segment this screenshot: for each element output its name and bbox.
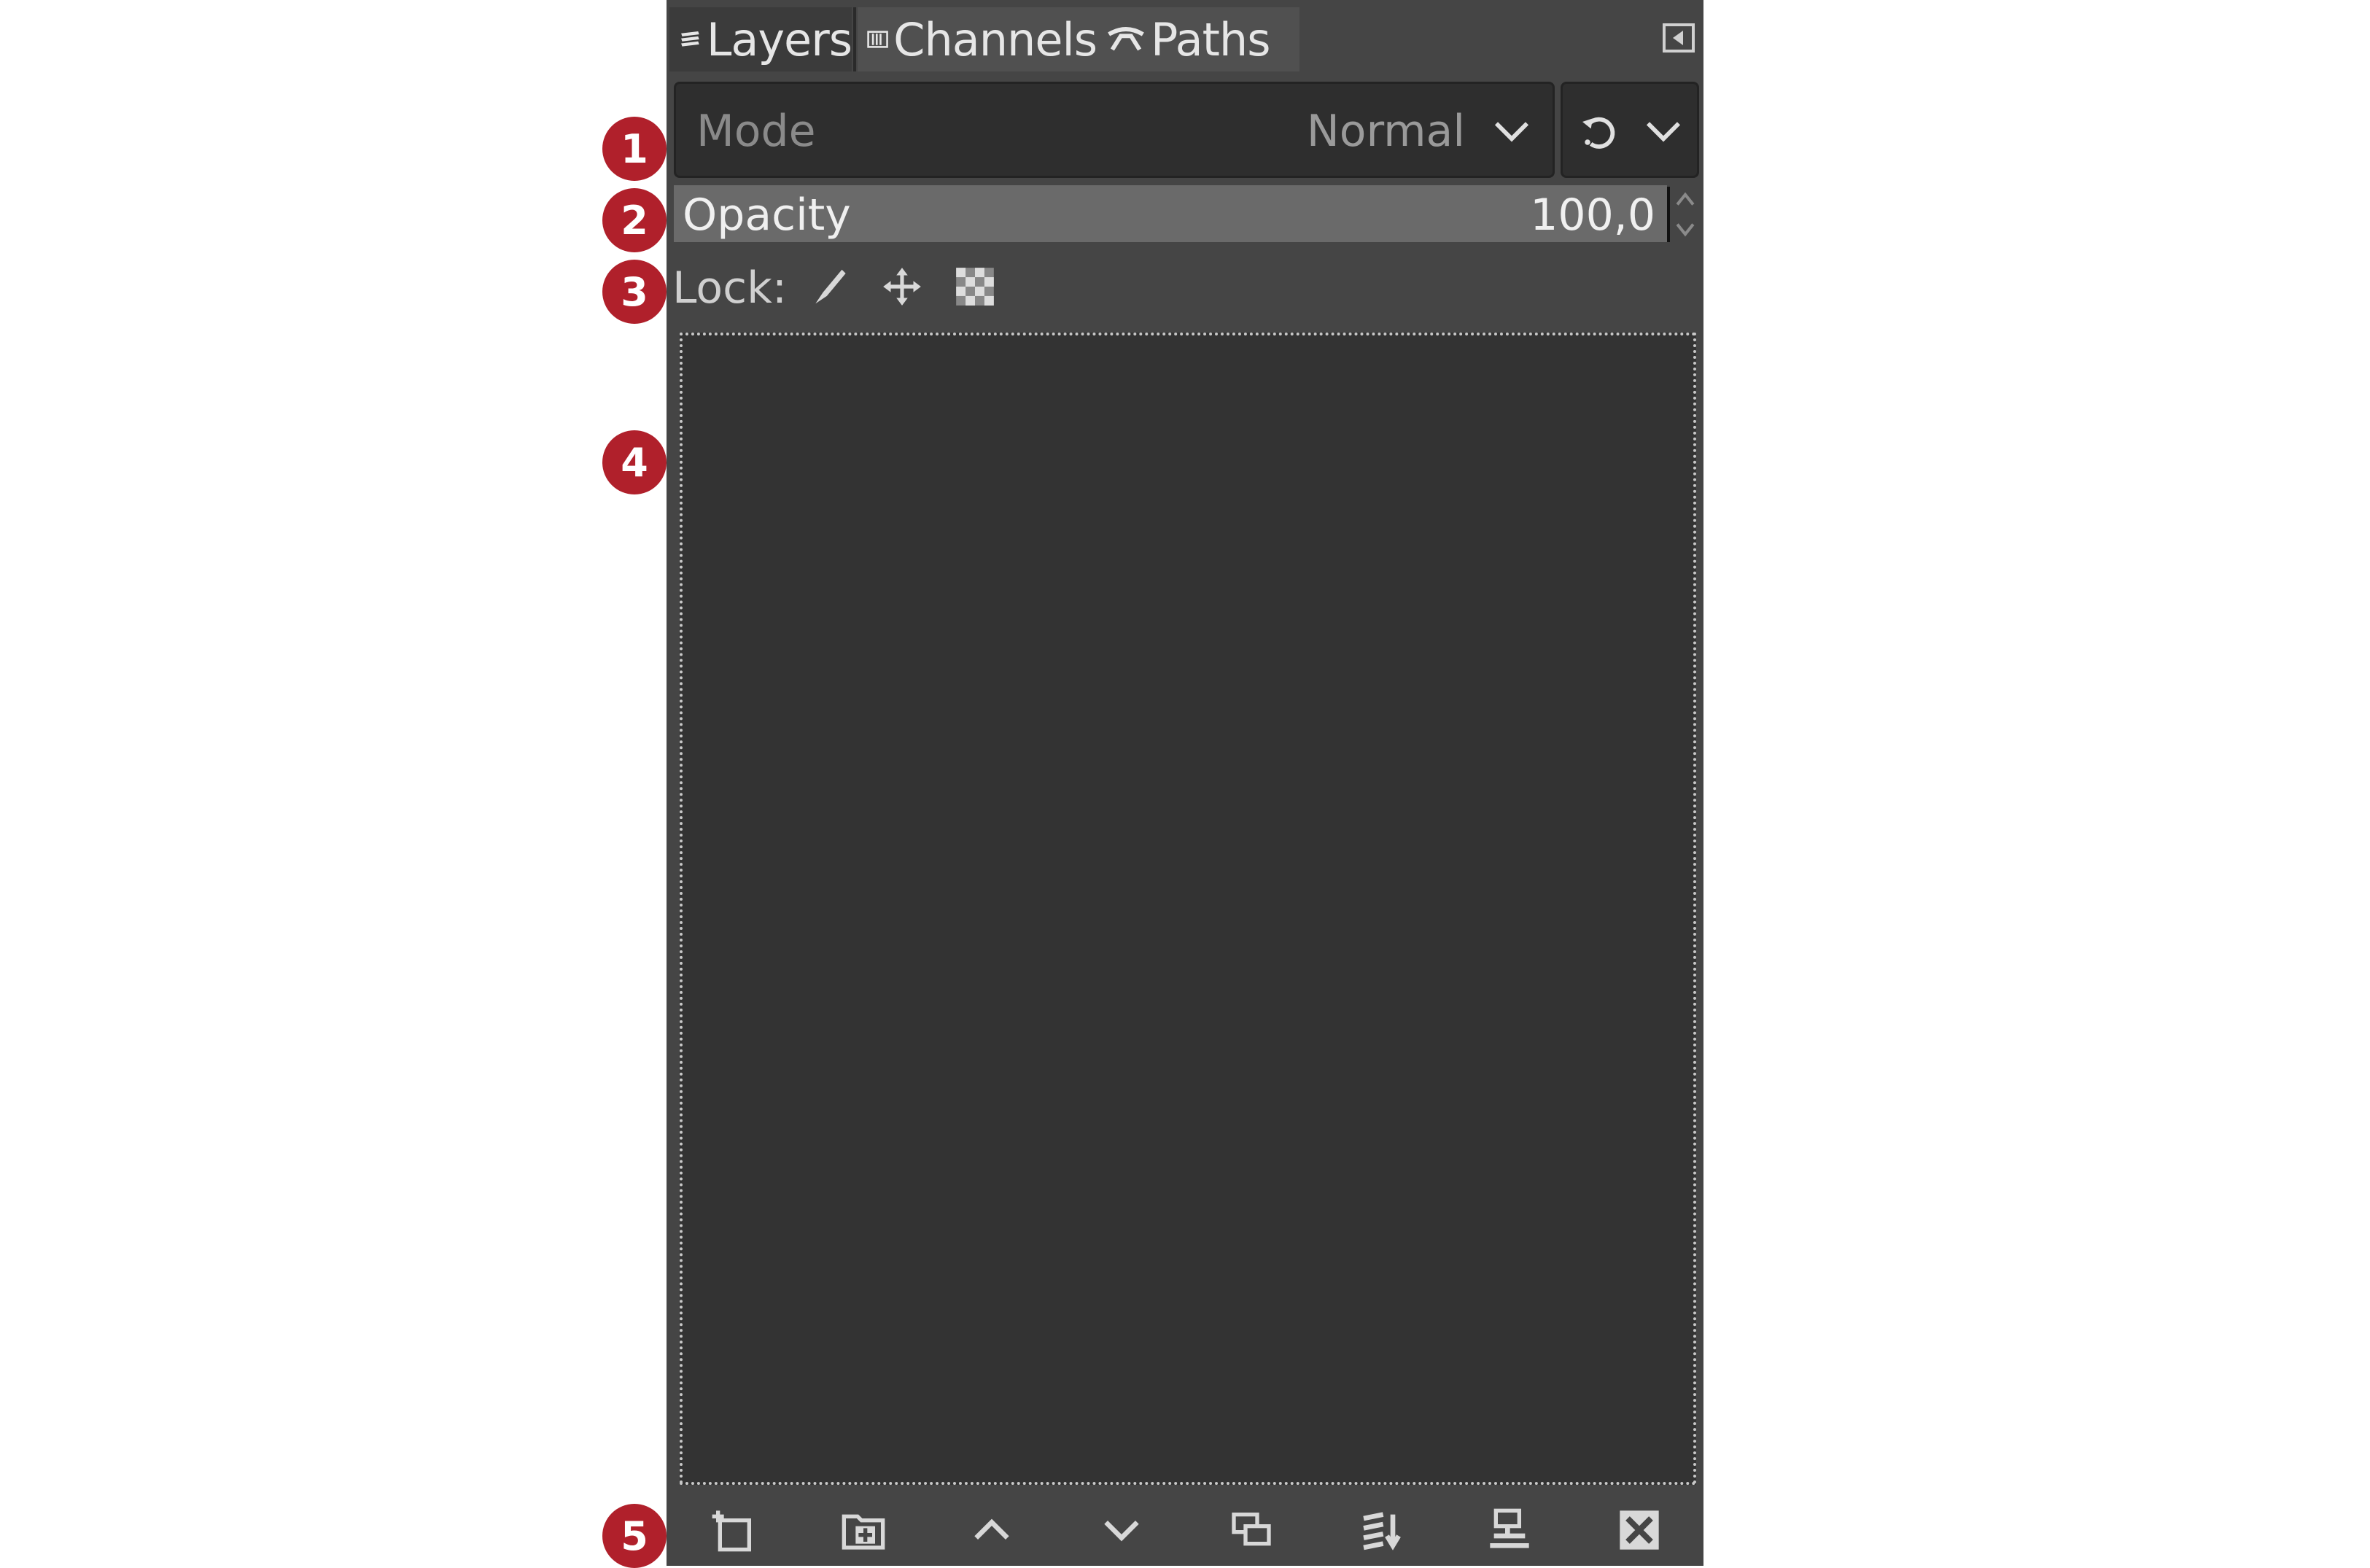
callout-marker-4: 4: [602, 430, 667, 494]
tab-layers-label: Layers: [706, 12, 852, 66]
duplicate-layer-icon[interactable]: [1228, 1507, 1275, 1553]
layers-icon: [681, 31, 699, 47]
tab-channels-label: Channels: [893, 12, 1097, 66]
mode-value: Normal: [1306, 106, 1465, 157]
new-layer-group-icon[interactable]: [840, 1507, 887, 1553]
lower-layer-icon[interactable]: [1098, 1507, 1145, 1553]
tab-channels[interactable]: Channels: [858, 7, 1097, 71]
delete-layer-icon[interactable]: [1616, 1507, 1663, 1553]
composite-reset-icon: [1582, 117, 1615, 149]
dock-tab-bar: Layers Channels Paths: [667, 0, 1703, 73]
opacity-slider[interactable]: Opacity 100,0: [674, 185, 1667, 242]
chevron-down-icon: [1646, 122, 1681, 142]
tab-layers[interactable]: Layers: [669, 7, 852, 71]
tab-paths-label: Paths: [1151, 12, 1271, 66]
lock-pixels-icon[interactable]: [808, 264, 853, 309]
layer-actions-bar: [667, 1492, 1703, 1566]
callout-marker-3: 3: [602, 260, 667, 324]
composite-mode-dropdown[interactable]: [1561, 82, 1699, 178]
callout-marker-1: 1: [602, 117, 667, 181]
merge-layer-icon[interactable]: [1358, 1507, 1404, 1553]
chevron-down-icon: [1494, 122, 1529, 142]
callout-marker-5: 5: [602, 1504, 667, 1568]
tab-paths[interactable]: Paths: [1097, 7, 1299, 71]
layers-list[interactable]: [680, 333, 1696, 1485]
opacity-label: Opacity: [683, 190, 851, 241]
mode-label: Mode: [696, 106, 816, 157]
spin-buttons-icon[interactable]: [1673, 187, 1698, 242]
raise-layer-icon[interactable]: [968, 1507, 1015, 1553]
dock-menu-icon[interactable]: [1661, 20, 1696, 55]
text-cursor: [1667, 187, 1670, 242]
channels-icon: [867, 31, 888, 48]
callout-marker-2: 2: [602, 188, 667, 252]
opacity-value: 100,0: [1530, 190, 1655, 241]
mode-dropdown[interactable]: Mode Normal: [674, 82, 1555, 178]
paths-icon: [1108, 27, 1144, 51]
tab-separator: [853, 7, 856, 71]
layers-dock-panel: Layers Channels Paths Mode Normal Opacit…: [667, 0, 1703, 1566]
anchor-layer-icon[interactable]: [1486, 1507, 1533, 1553]
lock-position-icon[interactable]: [879, 264, 925, 309]
new-layer-icon[interactable]: [710, 1507, 757, 1553]
lock-alpha-icon[interactable]: [952, 264, 998, 309]
lock-label: Lock:: [672, 263, 788, 314]
